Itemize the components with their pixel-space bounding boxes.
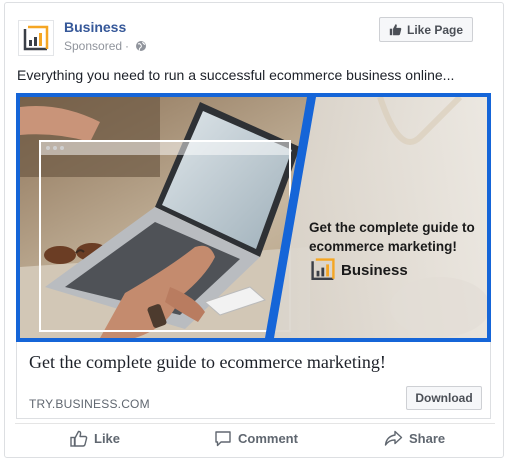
sponsored-label[interactable]: Sponsored (64, 39, 122, 53)
ad-creative-image[interactable]: Get the complete guide to ecommerce mark… (16, 93, 491, 342)
bar-chart-logo-icon (23, 25, 49, 51)
meta-separator: · (125, 39, 130, 53)
creative-brand-name: Business (341, 261, 408, 279)
like-page-label: Like Page (406, 22, 464, 37)
post-actions-bar: Like Comment Share (15, 423, 495, 453)
page-avatar[interactable] (18, 20, 54, 56)
creative-headline: Get the complete guide to ecommerce mark… (309, 220, 475, 254)
thumbs-up-icon (389, 24, 402, 36)
creative-brand-logo: Business (309, 258, 408, 282)
comment-button[interactable]: Comment (214, 430, 298, 447)
link-domain: TRY.BUSINESS.COM (29, 397, 150, 411)
like-button[interactable]: Like (70, 430, 120, 447)
comment-bubble-icon (215, 431, 231, 447)
share-label: Share (409, 431, 446, 446)
globe-icon (136, 41, 147, 51)
like-label: Like (94, 431, 121, 446)
bar-chart-logo-icon (311, 258, 335, 280)
link-preview[interactable]: Get the complete guide to ecommerce mark… (16, 342, 491, 419)
like-page-button[interactable]: Like Page (379, 17, 473, 42)
post-meta: Sponsored · (64, 39, 147, 53)
thumbs-up-icon (70, 430, 88, 447)
comment-label: Comment (238, 431, 298, 446)
link-title[interactable]: Get the complete guide to ecommerce mark… (29, 352, 386, 373)
sponsored-post-card: Business Sponsored · Like Page Everythin… (4, 2, 504, 458)
page-name-link[interactable]: Business (64, 19, 126, 35)
share-button[interactable]: Share (384, 430, 445, 447)
post-message: Everything you need to run a successful … (17, 67, 455, 83)
download-button[interactable]: Download (406, 386, 482, 410)
share-arrow-icon (384, 430, 403, 446)
